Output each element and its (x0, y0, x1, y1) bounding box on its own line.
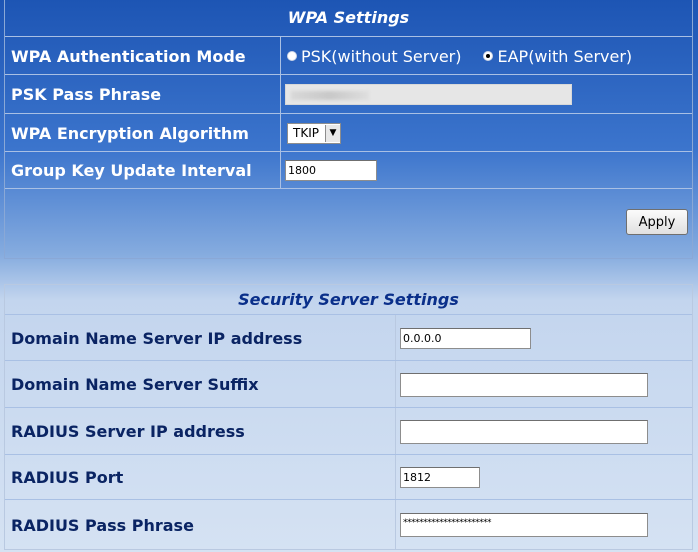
dns-suffix-input[interactable] (400, 372, 648, 397)
psk-value-cell (281, 75, 692, 114)
auth-mode-label: WPA Authentication Mode (5, 37, 281, 75)
radio-eap[interactable]: EAP(with Server) (483, 47, 632, 66)
radius-pass-value-cell: ********************** (396, 500, 692, 550)
radio-eap-label: EAP(with Server) (497, 46, 633, 66)
dns-suffix-label: Domain Name Server Suffix (5, 361, 396, 408)
radius-port-input[interactable]: 1812 (400, 467, 480, 488)
blurred-passphrase (291, 90, 369, 100)
psk-row: PSK Pass Phrase (5, 74, 692, 114)
psk-pass-phrase-label: PSK Pass Phrase (5, 75, 281, 114)
auth-mode-row: WPA Authentication Mode PSK(without Serv… (5, 36, 692, 75)
dns-ip-row: Domain Name Server IP address 0.0.0.0 (5, 314, 692, 361)
radius-ip-row: RADIUS Server IP address (5, 407, 692, 455)
psk-pass-phrase-input[interactable] (285, 84, 572, 105)
encryption-algorithm-label: WPA Encryption Algorithm (5, 114, 281, 152)
encryption-select-value: TKIP (293, 126, 319, 140)
radius-ip-value-cell (396, 408, 692, 455)
radius-port-value-cell: 1812 (396, 455, 692, 500)
radius-pass-label: RADIUS Pass Phrase (5, 500, 396, 550)
dns-ip-input[interactable]: 0.0.0.0 (400, 327, 531, 349)
encryption-row: WPA Encryption Algorithm TKIP ▼ (5, 113, 692, 152)
security-settings-title: Security Server Settings (238, 290, 459, 309)
group-key-row: Group Key Update Interval 1800 (5, 151, 692, 189)
apply-button[interactable]: Apply (626, 209, 688, 235)
wpa-settings-panel: WPA Settings WPA Authentication Mode PSK… (4, 0, 693, 259)
dns-ip-value-cell: 0.0.0.0 (396, 315, 692, 361)
radio-eap-dot[interactable] (483, 51, 494, 61)
radius-port-row: RADIUS Port 1812 (5, 454, 692, 500)
radius-pass-row: RADIUS Pass Phrase *********************… (5, 499, 692, 550)
radio-psk-dot[interactable] (287, 51, 297, 61)
radius-pass-input[interactable]: ********************** (400, 513, 648, 537)
radius-ip-input[interactable] (400, 419, 648, 444)
group-key-interval-input[interactable]: 1800 (285, 160, 377, 181)
apply-row: Apply (5, 188, 692, 259)
chevron-down-icon[interactable]: ▼ (324, 124, 340, 142)
encryption-value-cell: TKIP ▼ (281, 114, 692, 152)
group-key-interval-label: Group Key Update Interval (5, 152, 281, 189)
radio-psk[interactable]: PSK(without Server) (287, 47, 461, 66)
auth-mode-options: PSK(without Server) EAP(with Server) (281, 37, 692, 75)
dns-ip-label: Domain Name Server IP address (5, 315, 396, 361)
security-server-panel: Security Server Settings Domain Name Ser… (4, 284, 693, 550)
wpa-settings-title: WPA Settings (287, 8, 410, 27)
dns-suffix-value-cell (396, 361, 692, 408)
dns-suffix-row: Domain Name Server Suffix (5, 360, 692, 408)
radius-ip-label: RADIUS Server IP address (5, 408, 396, 455)
group-key-value-cell: 1800 (281, 152, 692, 189)
radio-psk-label: PSK(without Server) (301, 46, 462, 66)
encryption-select[interactable]: TKIP ▼ (287, 122, 341, 144)
radius-port-label: RADIUS Port (5, 455, 396, 500)
